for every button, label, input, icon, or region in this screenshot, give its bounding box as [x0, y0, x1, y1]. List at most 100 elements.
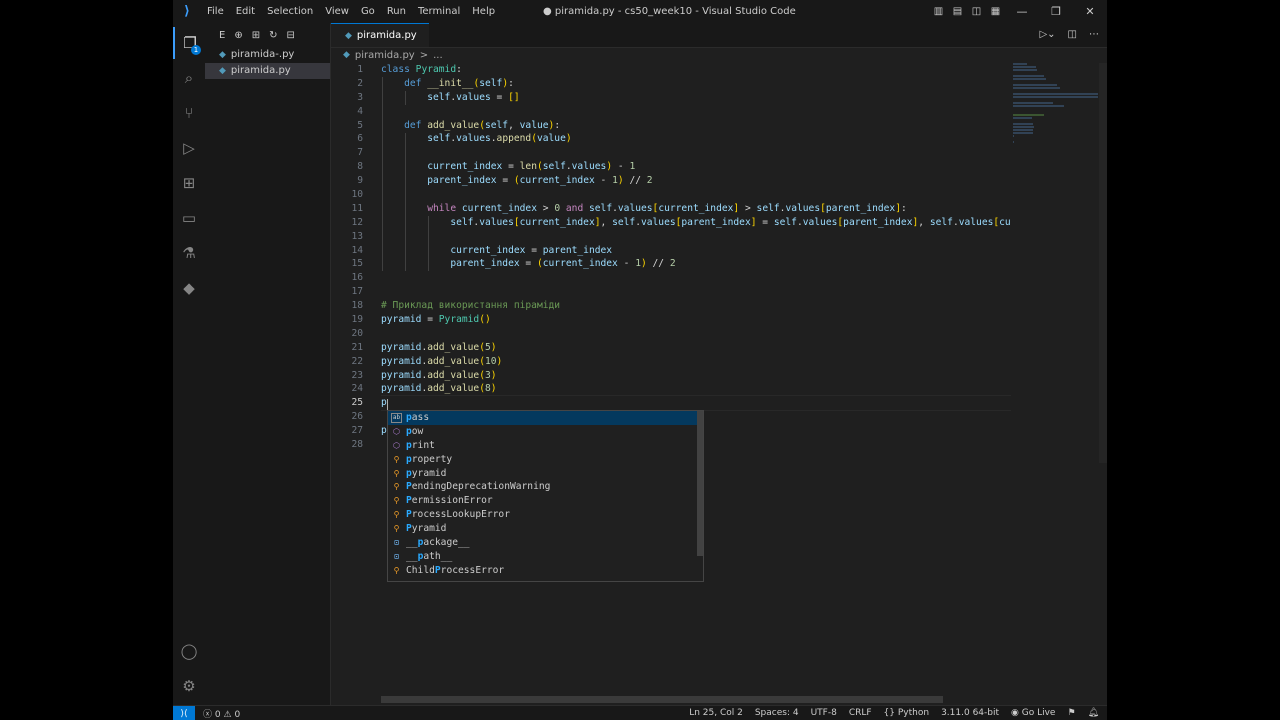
source-control-icon[interactable]: ⑂ [173, 97, 205, 129]
extensions-icon[interactable]: ⊞ [173, 167, 205, 199]
code-line[interactable] [381, 285, 1011, 299]
code-line[interactable]: parent_index = (current_index - 1) // 2 [381, 174, 1011, 188]
code-line[interactable]: pyramid.add_value(10) [381, 355, 1011, 369]
menu-go[interactable]: Go [355, 0, 381, 23]
line-number: 13 [351, 230, 363, 242]
line-ending[interactable]: CRLF [849, 706, 872, 720]
code-line[interactable]: def add_value(self, value): [381, 119, 1011, 133]
code-line[interactable]: def __init__(self): [381, 77, 1011, 91]
menu-run[interactable]: Run [381, 0, 412, 23]
toggle-sidebar-icon[interactable]: ▥ [929, 6, 948, 17]
minimize-icon[interactable]: — [1005, 5, 1039, 18]
code-line[interactable]: parent_index = (current_index - 1) // 2 [381, 257, 1011, 271]
toggle-secondary-sidebar-icon[interactable]: ◫ [967, 6, 986, 17]
refresh-icon[interactable]: ↻ [269, 30, 277, 41]
go-live-button[interactable]: ◉ Go Live [1011, 706, 1055, 720]
search-icon[interactable]: ⌕ [173, 62, 205, 94]
suggestion-item[interactable]: ⊡ __path__ [388, 550, 703, 564]
suggest-scrollbar[interactable] [697, 411, 703, 556]
suggestion-label: PendingDeprecationWarning [406, 481, 551, 493]
code-line[interactable]: while current_index > 0 and self.values[… [381, 202, 1011, 216]
cursor-position[interactable]: Ln 25, Col 2 [689, 706, 743, 720]
customize-layout-icon[interactable]: ▦ [986, 6, 1005, 17]
python-interpreter[interactable]: 3.11.0 64-bit [941, 706, 999, 720]
more-actions-icon[interactable]: ⋯ [1089, 23, 1099, 47]
suggestion-item[interactable]: ab pass [388, 411, 703, 425]
language-label: Python [897, 708, 930, 718]
suggestion-item[interactable]: ⚲ property [388, 453, 703, 467]
line-number: 8 [357, 161, 363, 173]
line-number: 18 [351, 300, 363, 312]
code-line[interactable]: pyramid.add_value(3) [381, 369, 1011, 383]
code-line[interactable]: pyramid = Pyramid() [381, 313, 1011, 327]
suggestion-item[interactable]: ⊡ __package__ [388, 536, 703, 550]
python-file-icon: ◆ [219, 66, 226, 76]
suggestion-item[interactable]: ⬡ print [388, 439, 703, 453]
horizontal-scrollbar[interactable] [381, 696, 943, 703]
suggestion-item[interactable]: ⚲ ProcessLookupError [388, 508, 703, 522]
code-line[interactable] [381, 271, 1011, 285]
vscode-logo-icon: ⟩ [184, 4, 190, 19]
settings-gear-icon[interactable]: ⚙ [173, 670, 205, 702]
run-debug-icon[interactable]: ▷ [173, 132, 205, 164]
menu-view[interactable]: View [319, 0, 355, 23]
notifications-bell-icon[interactable]: 🔔︎ [1088, 706, 1099, 720]
code-line[interactable]: p [381, 395, 1011, 412]
new-folder-icon[interactable]: ⊞ [252, 30, 260, 41]
code-line[interactable]: pyramid.add_value(5) [381, 341, 1011, 355]
tab-piramida[interactable]: ◆ piramida.py [331, 23, 429, 47]
menu-selection[interactable]: Selection [261, 0, 319, 23]
breadcrumb-file[interactable]: piramida.py [355, 48, 415, 63]
code-editor[interactable]: class Pyramid: def __init__(self): self.… [381, 63, 1011, 452]
breadcrumb-symbol[interactable]: ... [433, 48, 443, 63]
file-item-selected[interactable]: ◆ piramida.py [205, 63, 330, 79]
minimap[interactable] [1013, 63, 1098, 143]
remote-indicator-icon[interactable]: ⟩⟨ [173, 706, 195, 720]
vertical-scrollbar[interactable] [1099, 63, 1107, 463]
suggestion-item[interactable]: ⚲ ChildProcessError [388, 564, 703, 578]
language-mode[interactable]: {} Python [884, 706, 930, 720]
code-line[interactable] [381, 105, 1011, 119]
encoding[interactable]: UTF-8 [811, 706, 837, 720]
minimap-line [1013, 93, 1098, 95]
menu-terminal[interactable]: Terminal [412, 0, 466, 23]
code-line[interactable]: current_index = parent_index [381, 244, 1011, 258]
code-line[interactable] [381, 230, 1011, 244]
feedback-icon[interactable]: ⚑ [1067, 706, 1075, 720]
docker-icon[interactable]: ◆ [173, 272, 205, 304]
testing-icon[interactable]: ⚗ [173, 237, 205, 269]
code-line[interactable] [381, 327, 1011, 341]
line-number: 5 [357, 119, 363, 131]
code-line[interactable] [381, 188, 1011, 202]
suggestion-item[interactable]: ⚲ Pyramid [388, 522, 703, 536]
code-line[interactable]: current_index = len(self.values) - 1 [381, 160, 1011, 174]
file-item[interactable]: ◆ piramida-.py [205, 47, 330, 63]
suggestion-item[interactable]: ⚲ pyramid [388, 467, 703, 481]
suggestion-item[interactable]: ⬡ pow [388, 425, 703, 439]
new-file-icon[interactable]: ⊕ [234, 30, 242, 41]
explorer-icon[interactable]: ❐ 1 [173, 27, 205, 59]
menu-edit[interactable]: Edit [230, 0, 261, 23]
remote-explorer-icon[interactable]: ▭ [173, 202, 205, 234]
code-line[interactable]: # Приклад використання піраміди [381, 299, 1011, 313]
suggestion-item[interactable]: ⚲ PendingDeprecationWarning [388, 480, 703, 494]
code-line[interactable] [381, 146, 1011, 160]
collapse-all-icon[interactable]: ⊟ [287, 30, 295, 41]
problems-indicator[interactable]: ⓧ 0 ⚠ 0 [195, 707, 240, 720]
menu-help[interactable]: Help [466, 0, 501, 23]
code-line[interactable]: self.values[current_index], self.values[… [381, 216, 1011, 230]
suggestion-item[interactable]: ⚲ PermissionError [388, 494, 703, 508]
close-icon[interactable]: ✕ [1073, 5, 1107, 18]
restore-icon[interactable]: ❐ [1039, 5, 1073, 18]
code-line[interactable]: pyramid.add_value(8) [381, 382, 1011, 396]
run-file-icon[interactable]: ▷⌄ [1039, 23, 1055, 47]
class-icon: ⚲ [393, 482, 400, 492]
code-line[interactable]: self.values = [] [381, 91, 1011, 105]
menu-file[interactable]: File [201, 0, 230, 23]
code-line[interactable]: self.values.append(value) [381, 132, 1011, 146]
code-line[interactable]: class Pyramid: [381, 63, 1011, 77]
accounts-icon[interactable]: ◯ [173, 635, 205, 667]
toggle-panel-icon[interactable]: ▤ [948, 6, 967, 17]
split-editor-icon[interactable]: ◫ [1068, 23, 1077, 47]
indentation[interactable]: Spaces: 4 [755, 706, 799, 720]
